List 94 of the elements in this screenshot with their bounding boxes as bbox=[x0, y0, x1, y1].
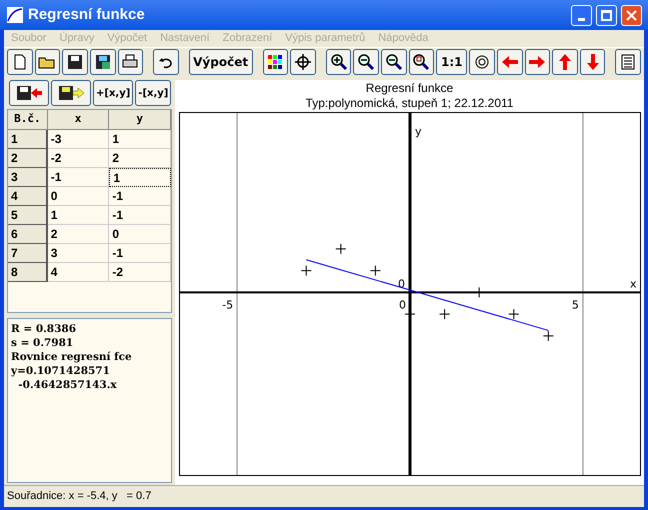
row-header[interactable]: 3 bbox=[8, 168, 48, 187]
toolbar-button[interactable]: Výpočet bbox=[188, 49, 253, 75]
toolbar-button[interactable] bbox=[469, 49, 495, 75]
toolbar-button[interactable] bbox=[153, 49, 179, 75]
data-point bbox=[438, 308, 450, 320]
tick-label: -5 bbox=[222, 298, 233, 312]
toolbar-button[interactable] bbox=[290, 49, 316, 75]
result-line: R = 0.8386 bbox=[11, 322, 78, 336]
toolbar-button[interactable] bbox=[615, 49, 642, 75]
toolbar-button[interactable] bbox=[580, 49, 606, 75]
minimize-icon bbox=[578, 18, 585, 20]
toolbar-button[interactable] bbox=[524, 49, 550, 75]
toolbar-button[interactable]: 1:1 bbox=[436, 49, 468, 75]
table-cell[interactable]: -2 bbox=[109, 263, 171, 282]
toolbar-button[interactable] bbox=[353, 49, 379, 75]
minimize-button[interactable] bbox=[571, 4, 592, 26]
table-cell[interactable]: 0 bbox=[109, 225, 171, 244]
magnifier-icon bbox=[412, 53, 430, 71]
table-button[interactable]: +[x,y] bbox=[93, 80, 134, 106]
table-cell[interactable]: -1 bbox=[48, 168, 110, 187]
result-line: Rovnice regresní fce bbox=[11, 350, 133, 364]
window-title: Regresní funkce bbox=[28, 4, 146, 25]
table-cell[interactable]: 1 bbox=[109, 168, 171, 187]
zoom-in-icon bbox=[330, 53, 348, 71]
table-cell[interactable]: 1 bbox=[109, 130, 171, 149]
column-header: B.č. bbox=[8, 110, 48, 130]
table-cell[interactable]: -3 bbox=[48, 130, 110, 149]
target-icon bbox=[473, 53, 492, 71]
close-icon bbox=[626, 10, 637, 20]
maximize-icon bbox=[601, 10, 612, 20]
toolbar-button[interactable] bbox=[62, 49, 88, 75]
table-cell[interactable]: -1 bbox=[109, 206, 171, 225]
result-line: s = 0.7981 bbox=[11, 336, 74, 350]
row-header[interactable]: 4 bbox=[8, 187, 48, 206]
table-cell[interactable]: 4 bbox=[48, 263, 110, 282]
result-line: y=0.1071428571 bbox=[11, 364, 111, 378]
chart-subtitle: Typ:polynomická, stupeň 1; 22.12.2011 bbox=[306, 96, 514, 111]
data-point bbox=[508, 308, 519, 320]
table-cell[interactable]: -1 bbox=[109, 187, 171, 206]
toolbar-button[interactable] bbox=[262, 49, 288, 75]
color-grid-icon bbox=[266, 53, 284, 71]
curve-icon bbox=[6, 6, 24, 24]
data-point bbox=[369, 265, 380, 276]
table-button[interactable]: -[x,y] bbox=[135, 80, 172, 106]
toolbar-button[interactable] bbox=[90, 49, 116, 75]
toolbar-button[interactable] bbox=[380, 49, 407, 75]
column-header: y bbox=[109, 110, 171, 130]
toolbar-button[interactable] bbox=[496, 49, 523, 75]
close-button[interactable] bbox=[621, 4, 642, 26]
floppy-icon bbox=[66, 53, 84, 71]
table-cell[interactable]: 3 bbox=[48, 244, 110, 263]
table-cell[interactable]: -2 bbox=[48, 149, 110, 168]
data-point bbox=[300, 265, 312, 276]
document-icon bbox=[619, 53, 638, 71]
toolbar-button[interactable] bbox=[118, 49, 144, 75]
toolbar-button[interactable] bbox=[326, 49, 352, 75]
table-cell[interactable]: 0 bbox=[48, 187, 110, 206]
toolbar-button[interactable] bbox=[7, 49, 33, 75]
row-header[interactable]: 2 bbox=[8, 149, 48, 168]
table-cell[interactable]: 2 bbox=[48, 225, 110, 244]
toolbar-button[interactable] bbox=[34, 49, 60, 75]
column-header: x bbox=[48, 110, 110, 130]
magnifier-icon bbox=[384, 53, 403, 71]
row-header[interactable]: 5 bbox=[8, 206, 48, 225]
table-button[interactable] bbox=[9, 80, 49, 106]
axis-label: x bbox=[630, 277, 636, 290]
row-header[interactable]: 7 bbox=[8, 244, 48, 263]
row-header[interactable]: 6 bbox=[8, 225, 48, 244]
row-header[interactable]: 8 bbox=[8, 263, 48, 282]
data-point bbox=[334, 243, 346, 254]
table-cell[interactable]: -1 bbox=[109, 244, 171, 263]
floppy-arrow-icon bbox=[14, 84, 44, 102]
axis-label: y bbox=[414, 125, 422, 138]
toolbar-button[interactable] bbox=[408, 49, 434, 75]
data-point bbox=[473, 286, 484, 298]
chart-title: Regresní funkce bbox=[366, 81, 454, 96]
zoom-out-icon bbox=[357, 53, 376, 71]
maximize-button[interactable] bbox=[596, 4, 617, 26]
row-header[interactable]: 1 bbox=[8, 130, 48, 149]
table-button[interactable] bbox=[51, 80, 91, 106]
result-line: -0.4642857143.x bbox=[17, 378, 118, 392]
toolbar-button[interactable] bbox=[552, 49, 578, 75]
table-cell[interactable]: 1 bbox=[48, 206, 110, 225]
data-point bbox=[404, 308, 415, 320]
left-arrow-icon bbox=[500, 53, 519, 71]
tick-label: 5 bbox=[571, 298, 578, 312]
crosshair-icon bbox=[294, 53, 312, 71]
floppy-arrow-icon bbox=[56, 84, 86, 102]
tick-label: 0 bbox=[398, 298, 406, 312]
data-point bbox=[542, 330, 554, 342]
table-cell[interactable]: 2 bbox=[109, 149, 171, 168]
floppy-icon bbox=[94, 53, 112, 71]
right-arrow-icon bbox=[528, 53, 546, 71]
status-text: Souřadnice: x = -5.4, y = 0.7 bbox=[6, 489, 152, 504]
